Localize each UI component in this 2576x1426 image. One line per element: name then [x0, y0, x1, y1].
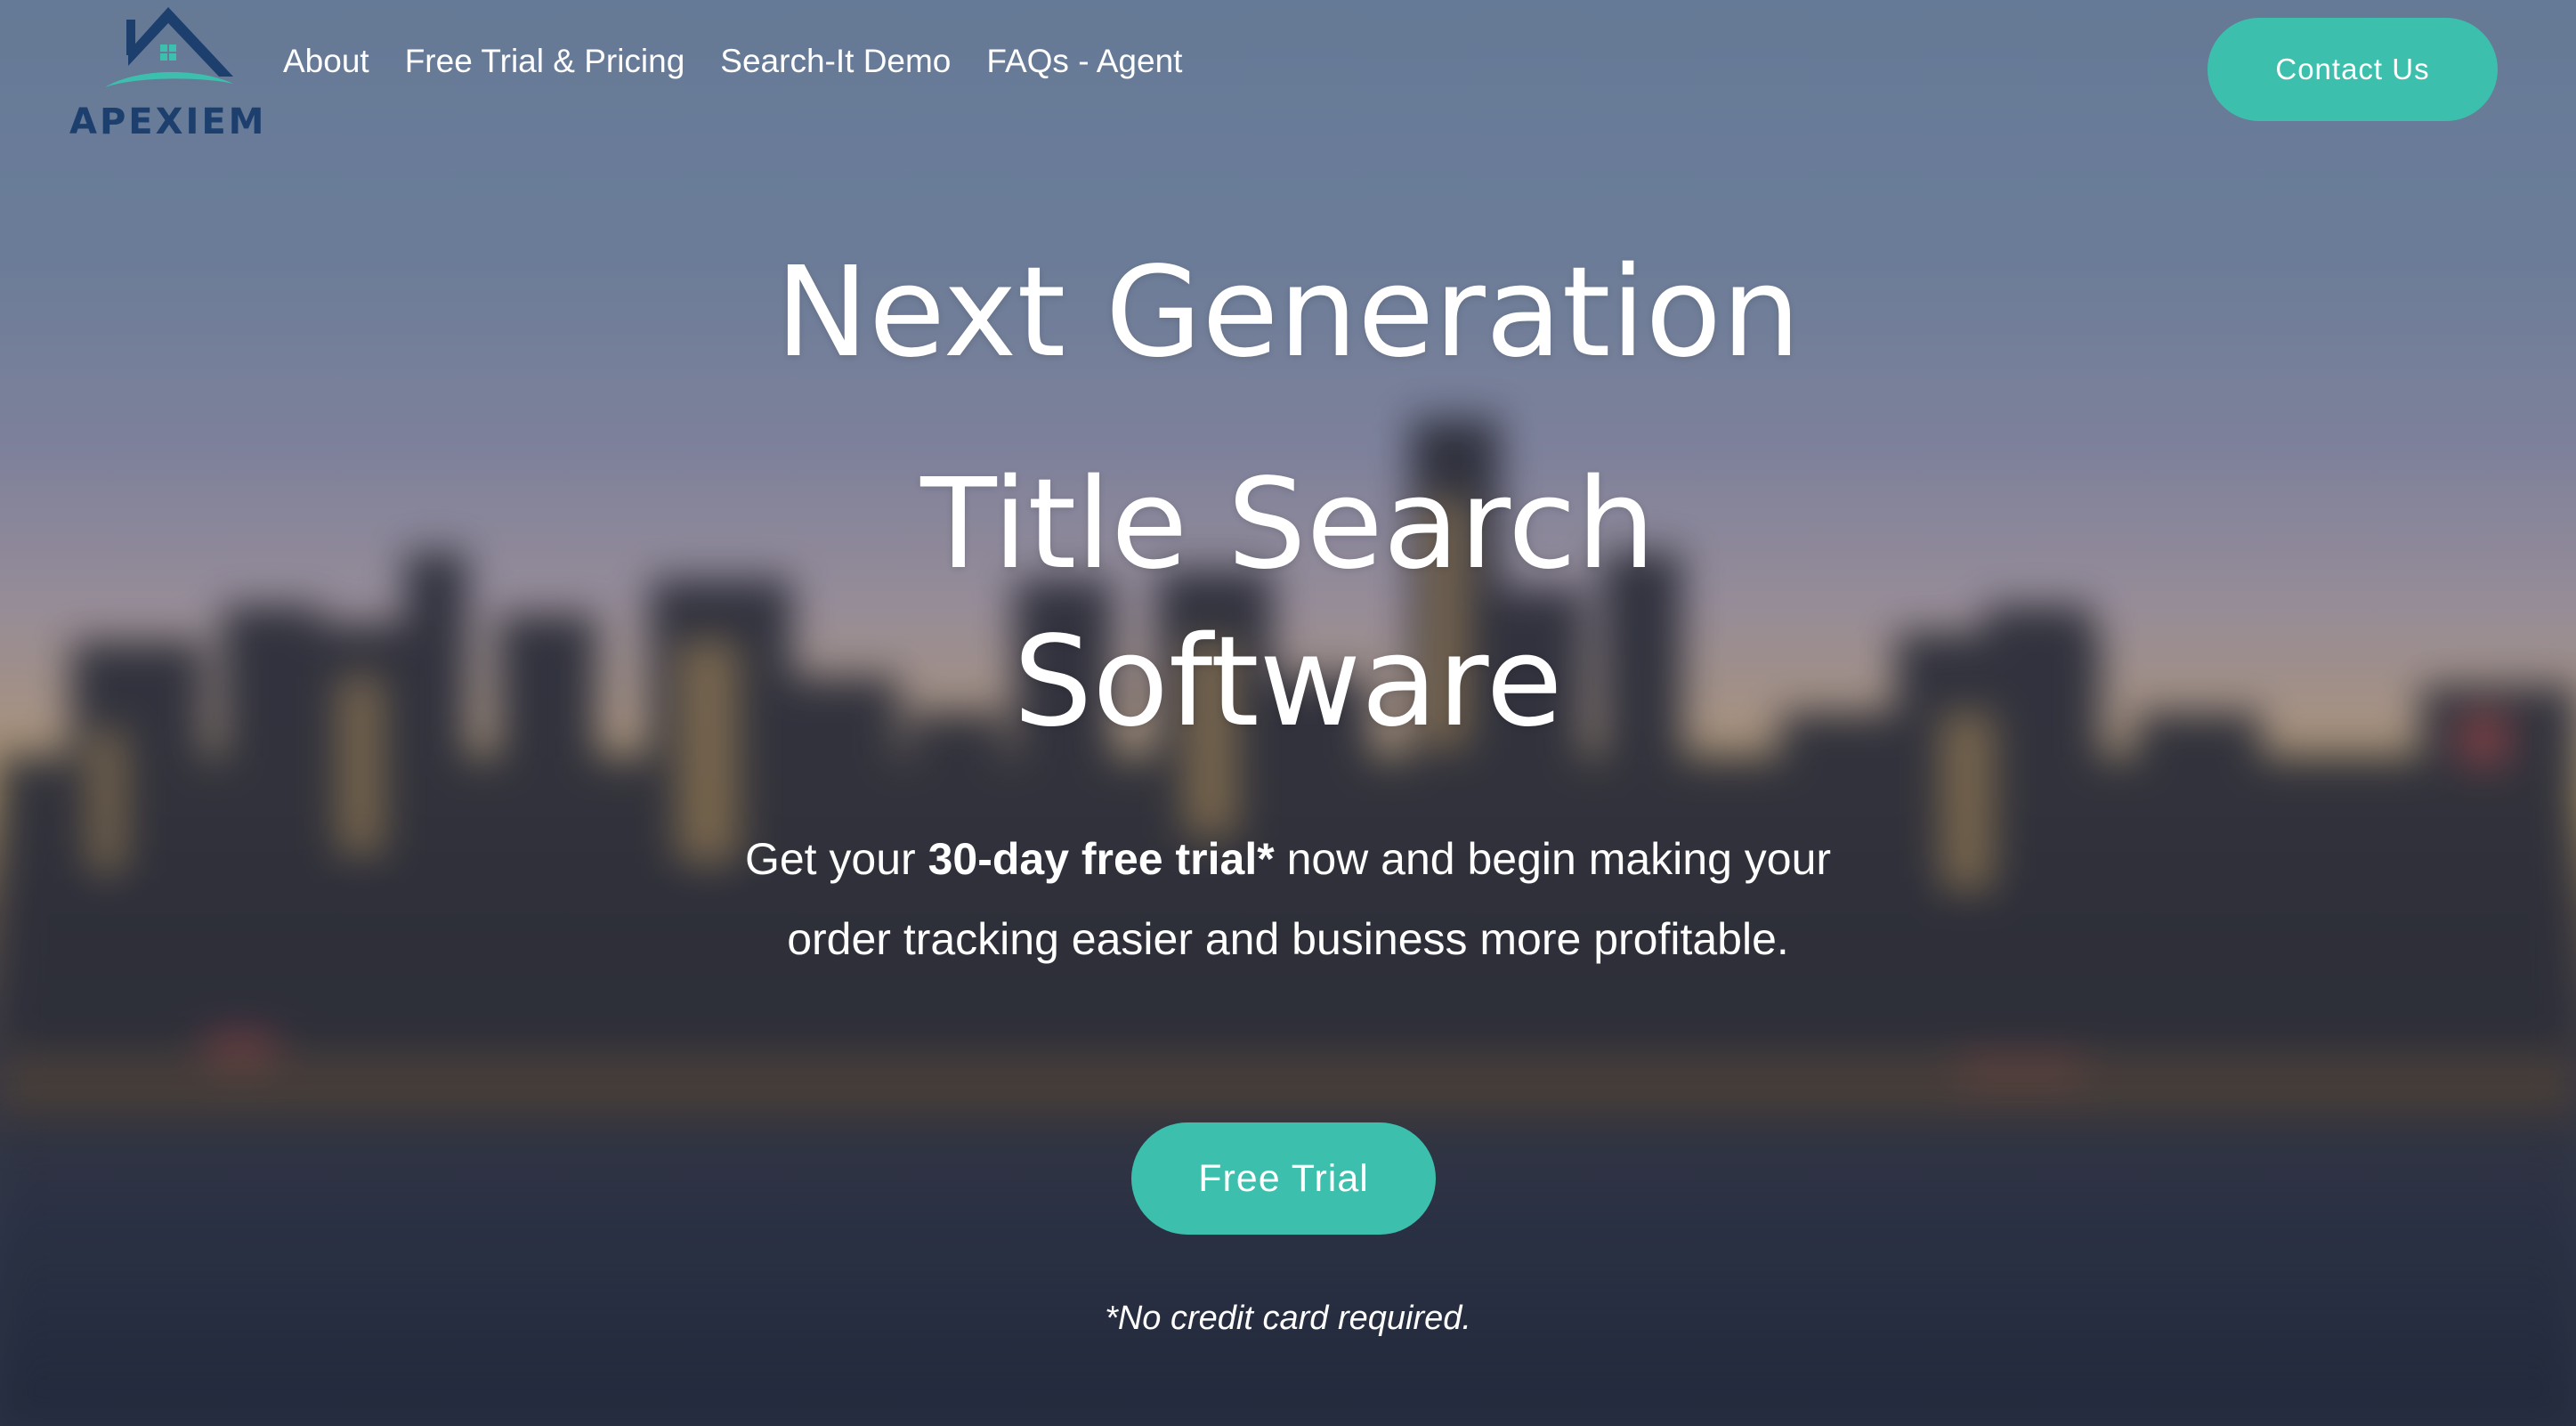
page: APEXIEM About Free Trial & Pricing Searc… — [0, 0, 2576, 1426]
logo[interactable]: APEXIEM — [69, 5, 267, 142]
house-roof-icon — [105, 7, 233, 87]
subtext-prefix: Get your — [744, 834, 928, 884]
contact-us-button[interactable]: Contact Us — [2207, 18, 2498, 121]
site-header: APEXIEM About Free Trial & Pricing Searc… — [0, 0, 2576, 142]
hero-title-line-3: Software — [1013, 610, 1563, 755]
subtext-highlight: 30-day free trial* — [928, 834, 1275, 884]
nav-item-free-trial-pricing[interactable]: Free Trial & Pricing — [405, 43, 685, 80]
nav-item-search-it-demo[interactable]: Search-It Demo — [720, 43, 951, 80]
hero-title-line-2: Title Search — [920, 452, 1656, 597]
no-credit-card-note: *No credit card required. — [1105, 1300, 1471, 1337]
hero-subtext: Get your 30-day free trial* now and begi… — [694, 819, 1882, 979]
nav-item-about[interactable]: About — [283, 43, 369, 80]
nav-item-faqs-agent[interactable]: FAQs - Agent — [986, 43, 1182, 80]
main-nav: About Free Trial & Pricing Search-It Dem… — [283, 43, 1182, 80]
free-trial-button[interactable]: Free Trial — [1131, 1122, 1436, 1235]
logo-text: APEXIEM — [69, 101, 267, 142]
hero-title-line-1: Next Generation — [775, 240, 1801, 385]
